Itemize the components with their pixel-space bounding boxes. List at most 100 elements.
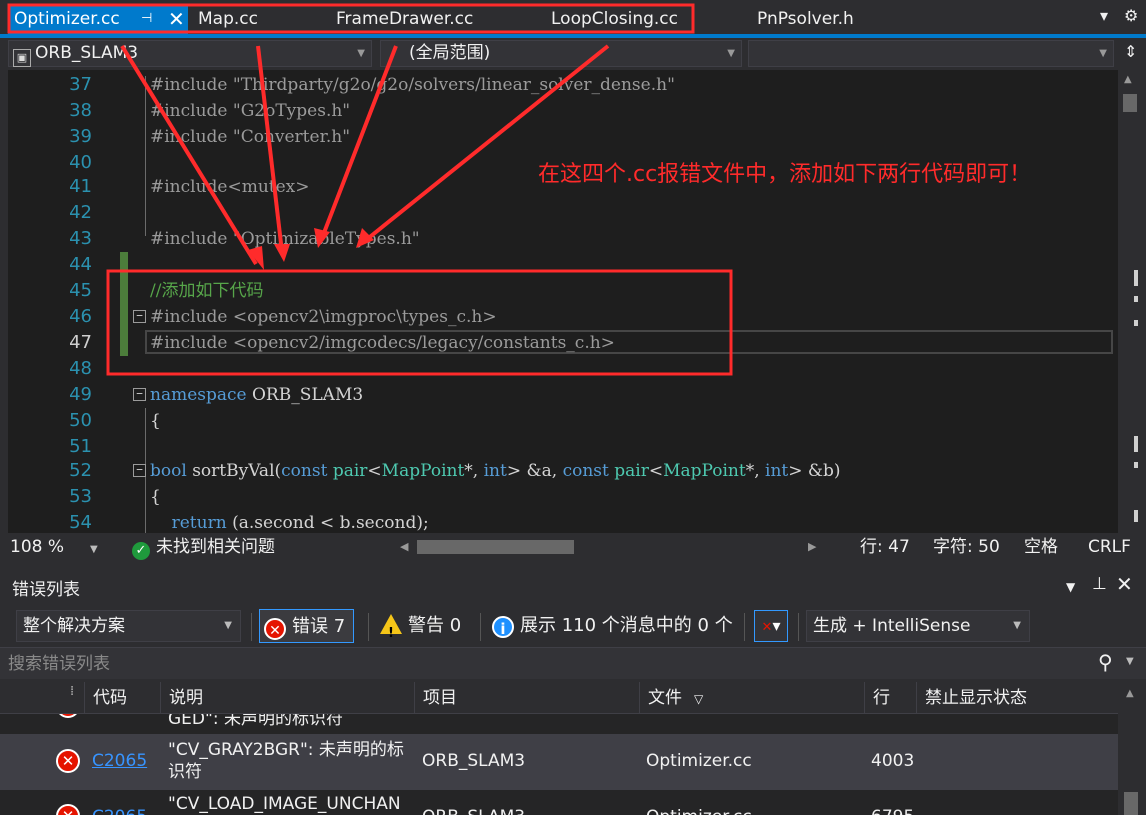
collapse-toggle[interactable]: − [133, 388, 146, 401]
code-line: 51 [69, 436, 92, 457]
search-input[interactable] [8, 651, 1088, 677]
scope-dropdown[interactable]: (全局范围) ▼ [380, 40, 742, 67]
scroll-left-icon[interactable]: ◀ [400, 533, 408, 561]
tab-framedrawer-cc[interactable]: FrameDrawer.cc [336, 4, 473, 34]
code-line: 39 #include "Converter.h" [0, 124, 1118, 150]
scroll-right-icon[interactable]: ▶ [808, 533, 816, 561]
tab-optimizer-cc[interactable]: Optimizer.cc ⊣ ✕ [8, 4, 188, 34]
scrollbar-thumb[interactable] [417, 540, 574, 554]
editor-status-strip: 108 % ▼ ✓ 未找到相关问题 ◀ ▶ 行: 47 字符: 50 空格 CRLF [0, 533, 1146, 561]
zoom-dropdown[interactable]: 108 % ▼ [10, 533, 98, 564]
char-indicator[interactable]: 字符: 50 [933, 533, 1000, 561]
chevron-down-icon: ▼ [90, 544, 98, 555]
code-line-current: 47 #include <opencv2/imgcodecs/legacy/con… [0, 330, 1118, 356]
column-chooser-icon[interactable]: ⁞ [70, 676, 74, 708]
code-line: 53{ [0, 484, 1118, 510]
error-grid-header: ⁞ 代码 说明 项目 文件 ▽ 行 禁止显示状态 [0, 682, 1118, 714]
table-row[interactable]: ✕ GED": 未声明的标识符 _ [0, 714, 1118, 734]
column-header-line[interactable]: 行 [864, 682, 916, 714]
cell-code-link[interactable]: C2065 [92, 750, 147, 772]
scope-filter-dropdown[interactable]: 整个解决方案 ▼ [16, 610, 241, 642]
cell-line: 4003 [871, 751, 915, 771]
cell-code-link[interactable]: C2065 [92, 806, 147, 815]
code-line: 52− bool sortByVal(const pair<MapPoint*, … [0, 458, 1118, 484]
column-header-project[interactable]: 项目 [414, 682, 639, 714]
filter-icon[interactable]: ✕▾ [754, 610, 788, 642]
code-line: 54 return (a.second < b.second); [0, 510, 1118, 533]
code-text: #include "OptimizableTypes.h" [150, 229, 420, 249]
gear-icon[interactable]: ⚙ [1124, 6, 1138, 25]
scroll-up-icon[interactable]: ▲ [1124, 74, 1132, 85]
chevron-down-icon[interactable]: ▼ [1126, 656, 1134, 667]
member-dropdown[interactable]: ▼ [748, 40, 1114, 67]
issues-indicator[interactable]: ✓ 未找到相关问题 [132, 533, 275, 561]
cell-description: GED": 未声明的标识符 [168, 714, 343, 729]
column-header-file[interactable]: 文件 ▽ [639, 682, 864, 714]
error-list-toolbar: 整个解决方案 ▼ ✕ 错误 7 ! 警告 0 i 展示 110 个消息中的 0 个 ✕… [0, 605, 1146, 647]
code-text: #include "Thirdparty/g2o/g2o/solvers/lin… [150, 75, 675, 95]
scrollbar-thumb[interactable] [1124, 792, 1138, 815]
close-icon[interactable]: ✕ [1116, 572, 1133, 596]
scrollbar-thumb[interactable] [1123, 94, 1137, 112]
scroll-marker [1134, 296, 1138, 302]
cell-description: "CV_GRAY2BGR": 未声明的标 [168, 740, 404, 760]
project-dropdown[interactable]: ▣ ORB_SLAM3 ▼ [8, 40, 372, 67]
error-grid: ✕ GED": 未声明的标识符 _ ✕ C2065 "CV_GRAY2BGR":… [0, 714, 1118, 815]
table-row[interactable]: ✕ C2065 "CV_GRAY2BGR": 未声明的标 识符 ORB_SLAM… [0, 734, 1118, 790]
code-comment: //添加如下代码 [150, 281, 264, 301]
messages-filter-button[interactable]: i 展示 110 个消息中的 0 个 [492, 609, 733, 643]
editor-horizontal-scrollbar[interactable]: ◀ ▶ [400, 540, 820, 554]
collapse-toggle[interactable]: − [133, 310, 146, 323]
chevron-down-icon: ▼ [224, 620, 232, 631]
pin-icon[interactable]: ⊥ [1092, 574, 1107, 594]
tab-map-cc[interactable]: Map.cc [198, 4, 258, 34]
tab-label: PnPsolver.h [757, 9, 854, 29]
tab-pnpsolver-h[interactable]: PnPsolver.h [757, 4, 854, 34]
search-icon[interactable]: ⚲ [1098, 650, 1113, 674]
tab-label: Optimizer.cc [14, 9, 120, 29]
cell-project: ORB_SLAM3 [422, 751, 526, 771]
tab-list-dropdown-icon[interactable]: ▾ [1100, 6, 1108, 25]
tab-loopclosing-cc[interactable]: LoopClosing.cc [551, 4, 678, 34]
cell-project: ORB_SLAM3 [422, 806, 525, 815]
chevron-down-icon[interactable]: ▼ [1066, 580, 1075, 594]
scroll-marker [1134, 270, 1138, 286]
eol-indicator[interactable]: CRLF [1088, 533, 1131, 561]
issues-text: 未找到相关问题 [156, 537, 275, 557]
error-grid-scrollbar[interactable]: ▲ [1118, 682, 1146, 815]
editor-vertical-scrollbar[interactable]: ▲ [1118, 70, 1146, 533]
code-text: bool sortByVal(const pair<MapPoint*, int… [150, 461, 841, 481]
column-header-description[interactable]: 说明 [160, 682, 414, 714]
code-text: #include <opencv2/imgcodecs/legacy/const… [150, 333, 615, 353]
table-row[interactable]: ✕ C2065 "CV_LOAD_IMAGE_UNCHAN ORB_SLAM3 … [0, 790, 1118, 815]
chevron-down-icon: ▼ [1099, 48, 1107, 59]
code-text: #include "G2oTypes.h" [150, 101, 351, 121]
tab-label: LoopClosing.cc [551, 9, 679, 29]
indent-indicator[interactable]: 空格 [1024, 533, 1058, 561]
toolbar-separator [480, 613, 481, 641]
error-icon: ✕ [56, 714, 80, 718]
error-list-title: 错误列表 [12, 580, 80, 600]
chevron-down-icon: ▼ [727, 48, 735, 59]
sort-arrow-icon: ▽ [694, 692, 704, 706]
close-icon[interactable]: ✕ [168, 4, 185, 34]
annotation-text: 在这四个.cc报错文件中，添加如下两行代码即可！ [538, 162, 1032, 187]
collapse-toggle[interactable]: − [133, 464, 146, 477]
code-text: #include "Converter.h" [150, 127, 351, 147]
scroll-up-icon[interactable]: ▲ [1126, 688, 1134, 699]
build-source-dropdown[interactable]: 生成 + IntelliSense ▼ [806, 610, 1030, 642]
chevron-down-icon: ▼ [1013, 620, 1021, 631]
line-indicator[interactable]: 行: 47 [860, 533, 910, 561]
warnings-filter-button[interactable]: ! 警告 0 [380, 609, 461, 643]
pin-icon[interactable]: ⊣ [141, 4, 152, 34]
code-line: 49− namespace ORB_SLAM3 [0, 382, 1118, 408]
column-header-suppression[interactable]: 禁止显示状态 [916, 682, 1106, 714]
toolbar-separator [744, 613, 745, 641]
errors-filter-button[interactable]: ✕ 错误 7 [259, 609, 355, 643]
column-header-code[interactable]: 代码 [84, 682, 160, 714]
panel-splitter[interactable] [0, 561, 1146, 571]
warning-icon: ! [380, 614, 402, 641]
code-editor[interactable]: 37 #include "Thirdparty/g2o/g2o/solvers/l… [0, 70, 1118, 533]
cell-file: Optimizer.cc [646, 751, 752, 771]
split-editor-icon[interactable]: ⇕ [1124, 42, 1137, 61]
